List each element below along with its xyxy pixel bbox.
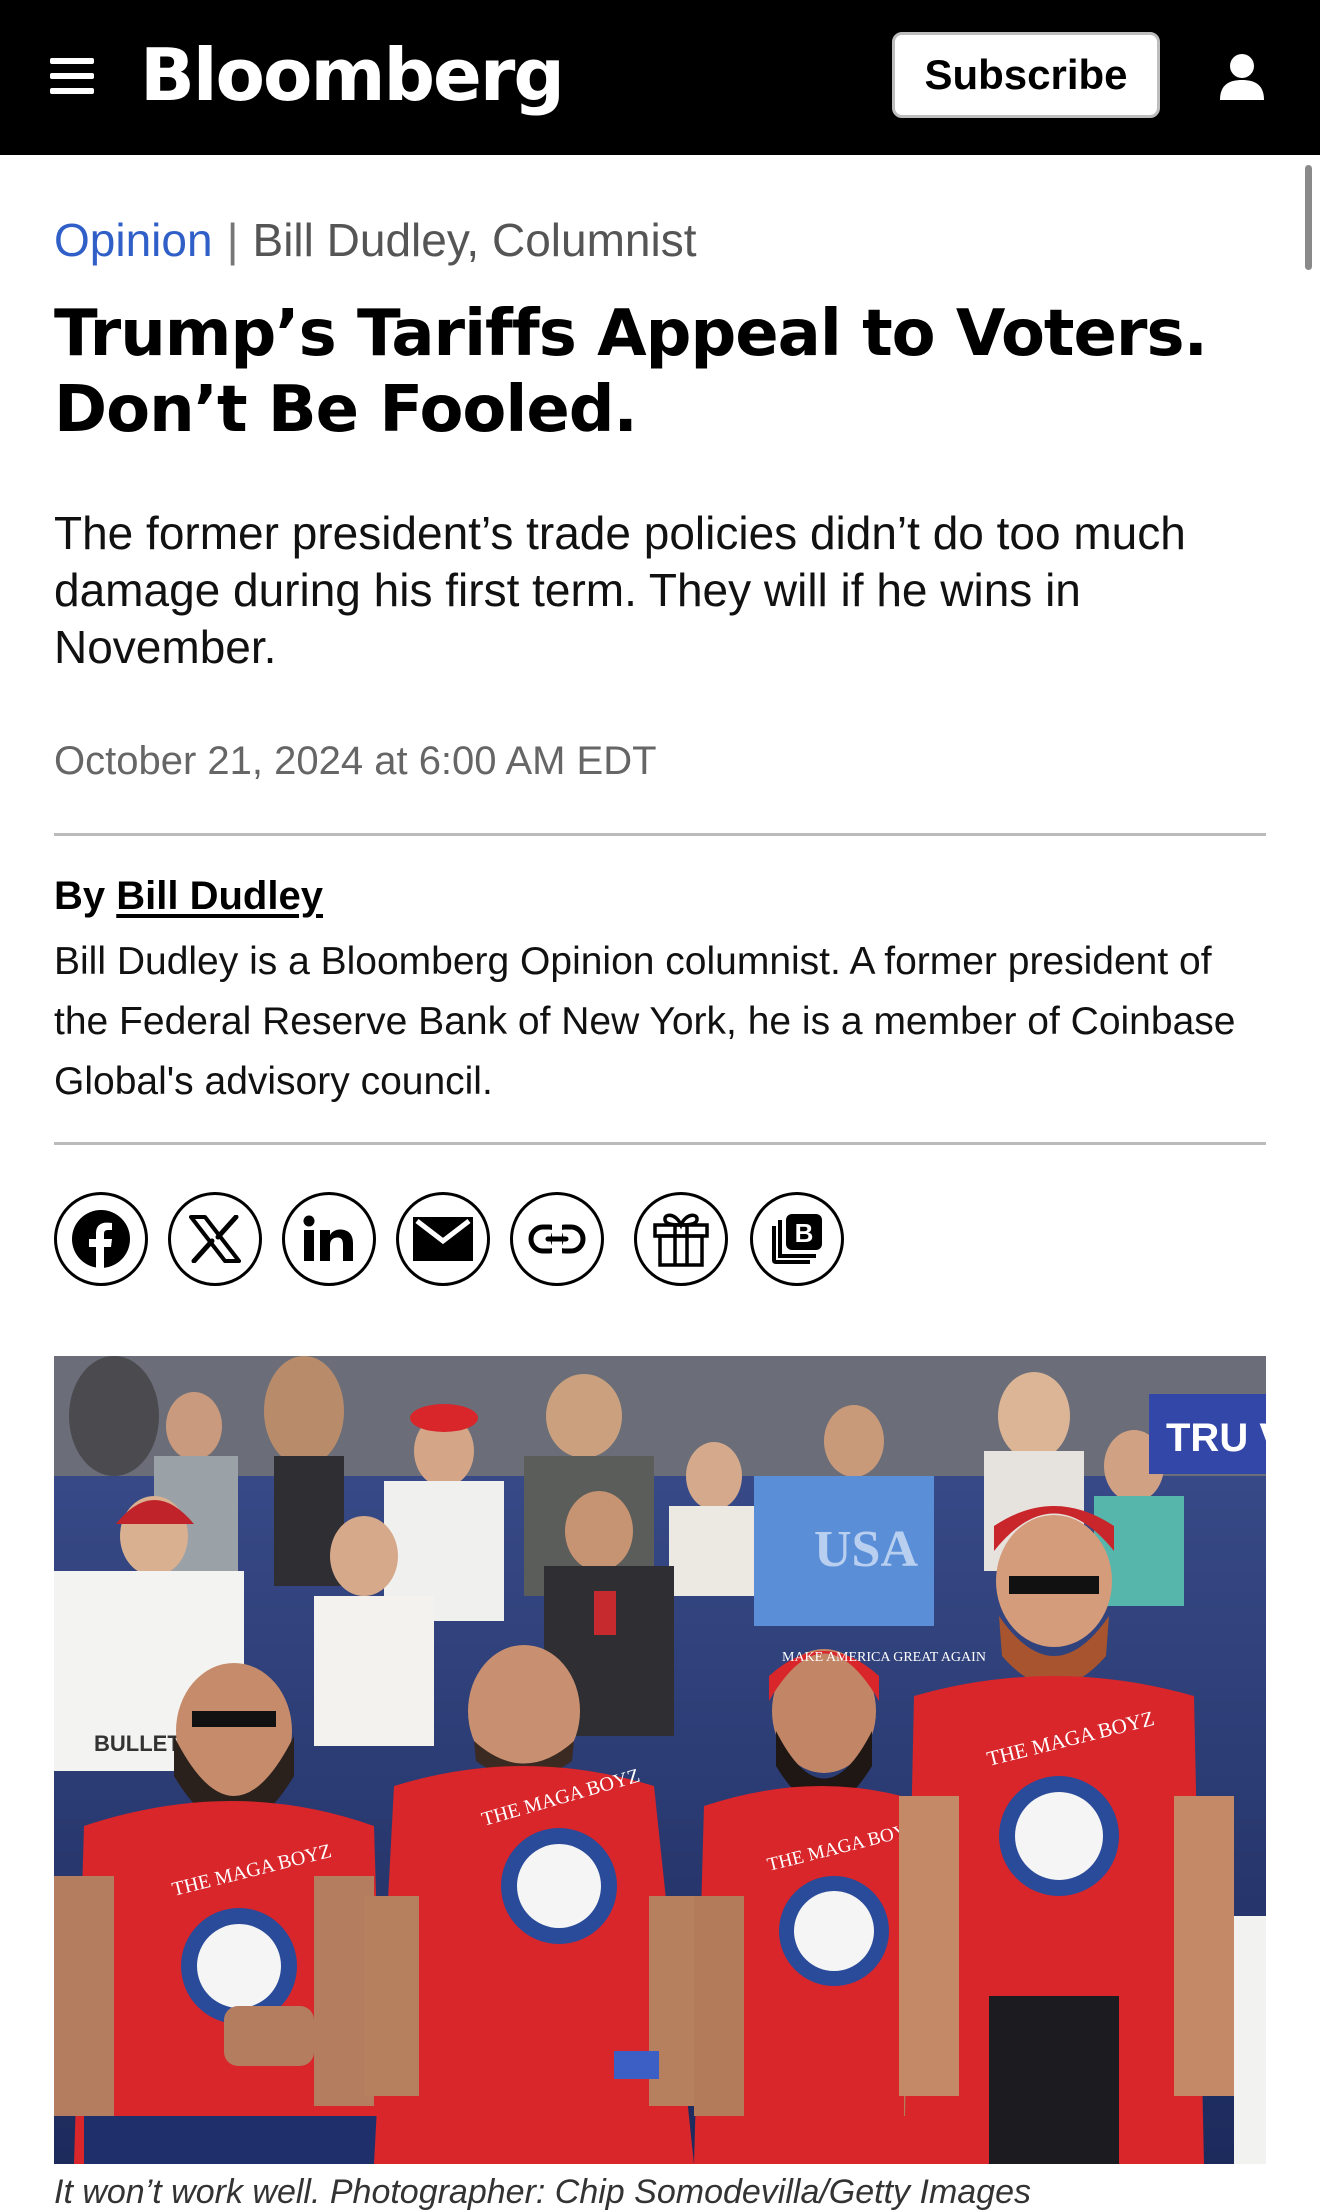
author-link[interactable]: Bill Dudley [116, 874, 323, 918]
x-icon [189, 1215, 241, 1263]
byline-prefix: By [54, 874, 106, 918]
author-bio: Bill Dudley is a Bloomberg Opinion colum… [54, 940, 1236, 1103]
divider [54, 833, 1266, 836]
bloomberg-b-icon: B [772, 1214, 822, 1264]
link-icon [528, 1224, 586, 1254]
email-icon [413, 1217, 473, 1261]
photo-tshirt-text: USA [814, 1521, 918, 1578]
article-headline: Trump’s Tariffs Appeal to Voters. Don’t … [54, 297, 1208, 447]
share-linkedin-button[interactable] [282, 1192, 376, 1286]
section-link-opinion[interactable]: Opinion [54, 214, 213, 266]
photo-caption: It won’t work well. Photographer: Chip S… [54, 2173, 1032, 2211]
kicker-separator: | [226, 214, 239, 266]
page-scrollbar[interactable] [1305, 165, 1312, 270]
photo-sign-text: TRU VAN [1166, 1416, 1266, 1460]
article-hero-photo: USA TRU VAN BULLET PROO THE MAGA B [54, 1356, 1266, 2164]
publish-date: October 21, 2024 at 6:00 AM EDT [54, 739, 657, 783]
gift-icon [653, 1213, 709, 1267]
article-dek: The former president’s trade policies di… [54, 507, 1186, 673]
share-x-button[interactable] [168, 1192, 262, 1286]
bloomberg-logo[interactable]: Bloomberg [140, 30, 565, 120]
share-email-button[interactable] [396, 1192, 490, 1286]
account-icon[interactable] [1218, 52, 1266, 102]
author-tag: Bill Dudley, Columnist [252, 214, 697, 266]
copy-link-button[interactable] [510, 1192, 604, 1286]
top-nav-bar: Bloomberg Subscribe [0, 0, 1320, 155]
photo-hat-text: MAKE AMERICA GREAT AGAIN [782, 1650, 986, 1665]
linkedin-icon [303, 1215, 353, 1261]
divider [54, 1142, 1266, 1145]
gift-article-button[interactable] [634, 1192, 728, 1286]
share-facebook-button[interactable] [54, 1192, 148, 1286]
subscribe-button[interactable]: Subscribe [892, 32, 1160, 118]
svg-text:B: B [795, 1218, 814, 1248]
facebook-icon [72, 1210, 130, 1270]
rally-crowd-illustration: USA TRU VAN BULLET PROO THE MAGA B [54, 1356, 1266, 2164]
bloomberg-terminal-button[interactable]: B [750, 1192, 844, 1286]
article-kicker: Opinion | Bill Dudley, Columnist [54, 210, 696, 270]
byline: By Bill Dudley [54, 868, 323, 924]
menu-icon[interactable] [50, 58, 94, 98]
